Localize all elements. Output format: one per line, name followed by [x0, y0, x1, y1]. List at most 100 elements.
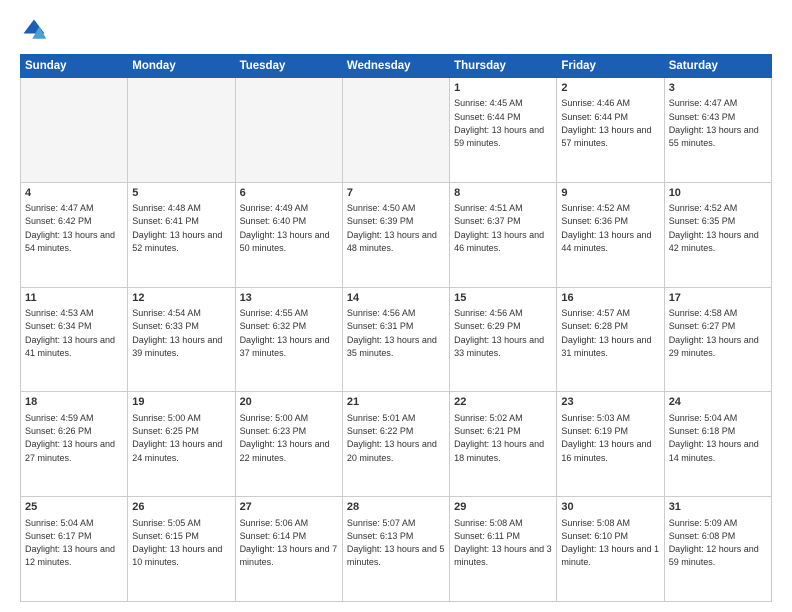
day-info: Sunrise: 4:59 AMSunset: 6:26 PMDaylight:…: [25, 413, 115, 463]
day-number: 27: [240, 500, 338, 515]
day-info: Sunrise: 4:52 AMSunset: 6:36 PMDaylight:…: [561, 203, 651, 253]
day-info: Sunrise: 4:48 AMSunset: 6:41 PMDaylight:…: [132, 203, 222, 253]
week-row-0: 1 Sunrise: 4:45 AMSunset: 6:44 PMDaylight…: [21, 78, 772, 183]
day-number: 1: [454, 81, 552, 96]
day-info: Sunrise: 5:05 AMSunset: 6:15 PMDaylight:…: [132, 518, 222, 568]
day-info: Sunrise: 5:09 AMSunset: 6:08 PMDaylight:…: [669, 518, 759, 568]
day-info: Sunrise: 4:55 AMSunset: 6:32 PMDaylight:…: [240, 308, 330, 358]
day-number: 24: [669, 395, 767, 410]
calendar-cell: 4Sunrise: 4:47 AMSunset: 6:42 PMDaylight…: [21, 182, 128, 287]
day-number: 15: [454, 291, 552, 306]
calendar-cell: 11 Sunrise: 4:53 AMSunset: 6:34 PMDayligh…: [21, 287, 128, 392]
calendar-cell: 21Sunrise: 5:01 AMSunset: 6:22 PMDayligh…: [342, 392, 449, 497]
day-number: 19: [132, 395, 230, 410]
weekday-saturday: Saturday: [664, 55, 771, 78]
day-info: Sunrise: 4:53 AMSunset: 6:34 PMDaylight:…: [25, 308, 115, 358]
day-info: Sunrise: 5:00 AMSunset: 6:23 PMDaylight:…: [240, 413, 330, 463]
calendar-cell: 15 Sunrise: 4:56 AMSunset: 6:29 PMDayligh…: [450, 287, 557, 392]
day-number: 5: [132, 186, 230, 201]
header: [20, 16, 772, 44]
day-info: Sunrise: 5:07 AMSunset: 6:13 PMDaylight:…: [347, 518, 445, 568]
day-info: Sunrise: 4:45 AMSunset: 6:44 PMDaylight:…: [454, 98, 544, 148]
calendar-cell: 13 Sunrise: 4:55 AMSunset: 6:32 PMDayligh…: [235, 287, 342, 392]
day-number: 7: [347, 186, 445, 201]
calendar-cell: [128, 78, 235, 183]
day-number: 13: [240, 291, 338, 306]
day-number: 14: [347, 291, 445, 306]
calendar-cell: 2Sunrise: 4:46 AMSunset: 6:44 PMDaylight…: [557, 78, 664, 183]
week-row-4: 25 Sunrise: 5:04 AMSunset: 6:17 PMDayligh…: [21, 497, 772, 602]
day-number: 11: [25, 291, 123, 306]
day-number: 12: [132, 291, 230, 306]
calendar-cell: 14 Sunrise: 4:56 AMSunset: 6:31 PMDayligh…: [342, 287, 449, 392]
calendar-cell: 9 Sunrise: 4:52 AMSunset: 6:36 PMDaylight…: [557, 182, 664, 287]
weekday-header-row: SundayMondayTuesdayWednesdayThursdayFrid…: [21, 55, 772, 78]
calendar-cell: 19Sunrise: 5:00 AMSunset: 6:25 PMDayligh…: [128, 392, 235, 497]
week-row-2: 11 Sunrise: 4:53 AMSunset: 6:34 PMDayligh…: [21, 287, 772, 392]
calendar-cell: 17 Sunrise: 4:58 AMSunset: 6:27 PMDayligh…: [664, 287, 771, 392]
day-number: 29: [454, 500, 552, 515]
calendar-cell: 27 Sunrise: 5:06 AMSunset: 6:14 PMDayligh…: [235, 497, 342, 602]
calendar-cell: 3 Sunrise: 4:47 AMSunset: 6:43 PMDaylight…: [664, 78, 771, 183]
day-info: Sunrise: 4:51 AMSunset: 6:37 PMDaylight:…: [454, 203, 544, 253]
day-number: 9: [561, 186, 659, 201]
day-number: 26: [132, 500, 230, 515]
calendar-cell: 22 Sunrise: 5:02 AMSunset: 6:21 PMDayligh…: [450, 392, 557, 497]
day-info: Sunrise: 4:58 AMSunset: 6:27 PMDaylight:…: [669, 308, 759, 358]
day-number: 28: [347, 500, 445, 515]
calendar-cell: 7 Sunrise: 4:50 AMSunset: 6:39 PMDaylight…: [342, 182, 449, 287]
week-row-3: 18 Sunrise: 4:59 AMSunset: 6:26 PMDayligh…: [21, 392, 772, 497]
day-info: Sunrise: 4:49 AMSunset: 6:40 PMDaylight:…: [240, 203, 330, 253]
calendar-cell: 26 Sunrise: 5:05 AMSunset: 6:15 PMDayligh…: [128, 497, 235, 602]
calendar-cell: 18 Sunrise: 4:59 AMSunset: 6:26 PMDayligh…: [21, 392, 128, 497]
day-number: 6: [240, 186, 338, 201]
calendar-table: SundayMondayTuesdayWednesdayThursdayFrid…: [20, 54, 772, 602]
day-number: 30: [561, 500, 659, 515]
weekday-monday: Monday: [128, 55, 235, 78]
day-info: Sunrise: 5:01 AMSunset: 6:22 PMDaylight:…: [347, 413, 437, 463]
page: SundayMondayTuesdayWednesdayThursdayFrid…: [0, 0, 792, 612]
calendar-cell: 12 Sunrise: 4:54 AMSunset: 6:33 PMDayligh…: [128, 287, 235, 392]
calendar-cell: [342, 78, 449, 183]
calendar-cell: 5 Sunrise: 4:48 AMSunset: 6:41 PMDaylight…: [128, 182, 235, 287]
day-info: Sunrise: 4:57 AMSunset: 6:28 PMDaylight:…: [561, 308, 651, 358]
calendar-cell: 1 Sunrise: 4:45 AMSunset: 6:44 PMDaylight…: [450, 78, 557, 183]
day-number: 17: [669, 291, 767, 306]
calendar-cell: 20 Sunrise: 5:00 AMSunset: 6:23 PMDayligh…: [235, 392, 342, 497]
day-number: 20: [240, 395, 338, 410]
day-number: 18: [25, 395, 123, 410]
day-info: Sunrise: 4:46 AMSunset: 6:44 PMDaylight:…: [561, 98, 651, 148]
day-info: Sunrise: 5:04 AMSunset: 6:17 PMDaylight:…: [25, 518, 115, 568]
calendar-cell: 8Sunrise: 4:51 AMSunset: 6:37 PMDaylight…: [450, 182, 557, 287]
calendar-cell: 29 Sunrise: 5:08 AMSunset: 6:11 PMDayligh…: [450, 497, 557, 602]
day-info: Sunrise: 5:08 AMSunset: 6:11 PMDaylight:…: [454, 518, 552, 568]
day-number: 3: [669, 81, 767, 96]
calendar-cell: 25 Sunrise: 5:04 AMSunset: 6:17 PMDayligh…: [21, 497, 128, 602]
calendar-cell: [235, 78, 342, 183]
day-number: 23: [561, 395, 659, 410]
logo: [20, 16, 52, 44]
day-info: Sunrise: 5:02 AMSunset: 6:21 PMDaylight:…: [454, 413, 544, 463]
day-info: Sunrise: 4:47 AMSunset: 6:42 PMDaylight:…: [25, 203, 115, 253]
calendar-cell: 30 Sunrise: 5:08 AMSunset: 6:10 PMDayligh…: [557, 497, 664, 602]
weekday-tuesday: Tuesday: [235, 55, 342, 78]
calendar-cell: 23 Sunrise: 5:03 AMSunset: 6:19 PMDayligh…: [557, 392, 664, 497]
day-info: Sunrise: 4:56 AMSunset: 6:29 PMDaylight:…: [454, 308, 544, 358]
weekday-thursday: Thursday: [450, 55, 557, 78]
day-number: 22: [454, 395, 552, 410]
day-info: Sunrise: 5:06 AMSunset: 6:14 PMDaylight:…: [240, 518, 338, 568]
day-info: Sunrise: 4:54 AMSunset: 6:33 PMDaylight:…: [132, 308, 222, 358]
day-number: 25: [25, 500, 123, 515]
calendar-cell: 10Sunrise: 4:52 AMSunset: 6:35 PMDayligh…: [664, 182, 771, 287]
day-info: Sunrise: 5:03 AMSunset: 6:19 PMDaylight:…: [561, 413, 651, 463]
day-number: 31: [669, 500, 767, 515]
logo-icon: [20, 16, 48, 44]
day-info: Sunrise: 4:47 AMSunset: 6:43 PMDaylight:…: [669, 98, 759, 148]
calendar-cell: [21, 78, 128, 183]
weekday-sunday: Sunday: [21, 55, 128, 78]
calendar-cell: 31 Sunrise: 5:09 AMSunset: 6:08 PMDayligh…: [664, 497, 771, 602]
day-number: 10: [669, 186, 767, 201]
day-info: Sunrise: 4:56 AMSunset: 6:31 PMDaylight:…: [347, 308, 437, 358]
day-info: Sunrise: 5:08 AMSunset: 6:10 PMDaylight:…: [561, 518, 659, 568]
day-info: Sunrise: 4:50 AMSunset: 6:39 PMDaylight:…: [347, 203, 437, 253]
